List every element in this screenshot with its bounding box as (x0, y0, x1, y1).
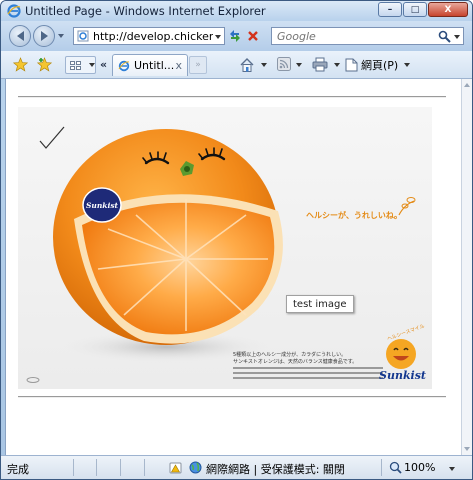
status-text: 完成 (7, 463, 29, 476)
back-arrow-icon (16, 31, 24, 41)
address-input[interactable]: http://develop.chicken-l (93, 30, 213, 43)
ad-tagline: ヘルシーが、うれしいね。 (306, 211, 402, 220)
page-menu-dropdown-icon (404, 63, 411, 67)
security-zone-text[interactable]: 網際網路 | 受保護模式: 關閉 (206, 461, 345, 477)
forward-button[interactable] (33, 25, 55, 47)
sprout-icon (398, 197, 416, 216)
print-icon[interactable] (312, 57, 328, 72)
smiley-face-icon (386, 339, 416, 369)
bottom-horizontal-rule (18, 396, 446, 398)
maximize-button[interactable]: □ (403, 2, 427, 17)
page-ie-icon (77, 30, 89, 42)
ad-fine-print (233, 367, 383, 382)
print-dropdown-icon[interactable] (334, 63, 340, 67)
ad-body-line1: 5種類以上のヘルシー成分が、カラダにうれしい。 (233, 352, 347, 358)
orange-character-illustration: Sunkist (53, 129, 283, 363)
caption-buttons: – □ X (378, 2, 468, 17)
page-menu-button[interactable]: 網頁(P) (345, 56, 411, 74)
address-bar[interactable]: http://develop.chicken-l (73, 27, 225, 45)
tab-close-icon[interactable]: x (175, 59, 182, 72)
tab-label: Untitl... (134, 59, 175, 72)
advertisement-image[interactable]: Sunkist ヘルシーが、うれしいね。 5種類以上のヘルシー成分が、カラダにう… (18, 107, 432, 389)
close-button[interactable]: X (428, 2, 468, 17)
feeds-icon[interactable] (277, 57, 291, 71)
address-toolbar: http://develop.chicken-l (1, 21, 472, 51)
tab-scroll-left-button[interactable]: « (100, 58, 107, 71)
scroll-down-icon[interactable] (464, 447, 470, 451)
ad-footer-logo-icon (26, 377, 40, 383)
status-bar: 完成 網際網路 | 受保護模式: 關閉 100% (1, 455, 472, 479)
favorites-star-icon[interactable] (13, 57, 28, 72)
search-icon[interactable] (438, 30, 451, 43)
zoom-level[interactable]: 100% (404, 461, 435, 474)
ad-footer-fine-print (26, 377, 40, 384)
recent-pages-dropdown-icon[interactable] (58, 34, 64, 38)
image-alt-tooltip: test image (286, 295, 354, 313)
sticker-brand-text: Sunkist (86, 201, 119, 210)
protected-mode-warning-icon[interactable] (169, 461, 182, 474)
zoom-magnifier-icon[interactable] (389, 461, 402, 474)
feeds-dropdown-icon[interactable] (296, 63, 302, 67)
home-icon[interactable] (239, 57, 255, 73)
quick-tabs-button[interactable] (65, 56, 96, 74)
ie-window: Untitled Page - Windows Internet Explore… (0, 0, 473, 480)
stop-icon[interactable] (245, 28, 261, 44)
tab-list-dropdown-icon[interactable] (89, 63, 95, 67)
minimize-button[interactable]: – (378, 2, 402, 17)
tab-ie-icon (118, 60, 130, 71)
add-favorites-icon[interactable] (37, 57, 52, 72)
home-dropdown-icon[interactable] (261, 63, 267, 67)
ie-logo-icon (7, 4, 21, 18)
command-bar: « Untitl... x » 網頁(P) (1, 51, 472, 79)
quick-tabs-icon (70, 60, 81, 70)
internet-zone-globe-icon[interactable] (189, 461, 202, 474)
page-menu-label: 網頁(P) (361, 59, 399, 72)
refresh-icon[interactable] (227, 28, 243, 44)
page-icon (345, 58, 358, 72)
new-tab-button[interactable]: » (189, 56, 207, 74)
search-box[interactable] (271, 27, 464, 45)
title-bar: Untitled Page - Windows Internet Explore… (1, 1, 472, 21)
vertical-scrollbar[interactable] (461, 79, 472, 455)
zoom-dropdown-icon[interactable] (449, 467, 455, 471)
window-title: Untitled Page - Windows Internet Explore… (25, 4, 266, 18)
tab-untitled-page[interactable]: Untitl... x (112, 54, 188, 76)
back-button[interactable] (9, 25, 31, 47)
forward-arrow-icon (40, 31, 48, 41)
page-content: Sunkist ヘルシーが、うれしいね。 5種類以上のヘルシー成分が、カラダにう… (5, 79, 461, 455)
search-input[interactable] (277, 29, 437, 43)
address-dropdown-icon[interactable] (215, 35, 221, 39)
sunkist-logo: Sunkist (379, 369, 427, 382)
ad-body-line2: サンキストオレンジは、天然のバランス健康食品です。 (233, 359, 358, 365)
scroll-up-icon[interactable] (464, 83, 470, 87)
search-dropdown-icon[interactable] (454, 35, 460, 39)
top-horizontal-rule (18, 96, 446, 98)
